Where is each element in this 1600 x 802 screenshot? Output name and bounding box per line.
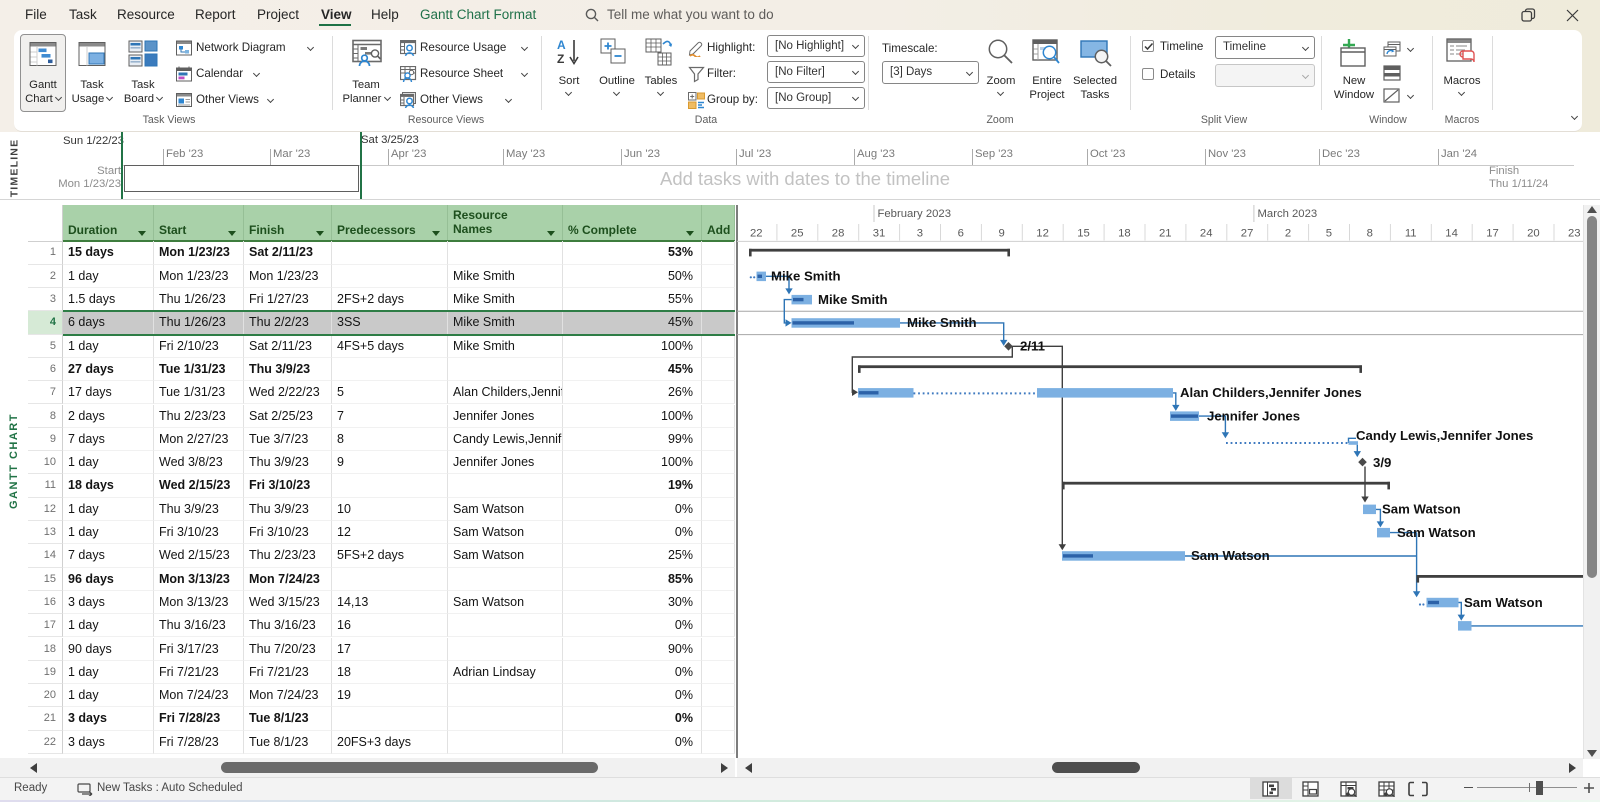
svg-text:28: 28 xyxy=(832,228,845,240)
svg-text:Alan Childers,Jennifer Jones: Alan Childers,Jennifer Jones xyxy=(1180,385,1362,400)
svg-text:Candy Lewis,Jennifer Jones: Candy Lewis,Jennifer Jones xyxy=(1356,428,1533,443)
svg-text:Mike Smith: Mike Smith xyxy=(907,315,977,330)
svg-text:2: 2 xyxy=(1285,228,1291,240)
svg-text:Sam Watson: Sam Watson xyxy=(1191,548,1270,563)
svg-text:22: 22 xyxy=(750,228,763,240)
svg-text:20: 20 xyxy=(1527,228,1540,240)
svg-text:February 2023: February 2023 xyxy=(878,208,951,220)
svg-text:March 2023: March 2023 xyxy=(1258,208,1318,220)
svg-text:6: 6 xyxy=(958,228,964,240)
svg-text:Z: Z xyxy=(557,52,564,66)
svg-text:31: 31 xyxy=(873,228,886,240)
svg-text:Sam Watson: Sam Watson xyxy=(1464,595,1543,610)
svg-text:24: 24 xyxy=(1200,228,1213,240)
svg-text:17: 17 xyxy=(1486,228,1499,240)
svg-text:27: 27 xyxy=(1241,228,1254,240)
svg-text:23: 23 xyxy=(1568,228,1581,240)
svg-text:25: 25 xyxy=(791,228,804,240)
svg-text:8: 8 xyxy=(1367,228,1373,240)
svg-text:18: 18 xyxy=(1118,228,1131,240)
svg-text:Jennifer Jones: Jennifer Jones xyxy=(1207,408,1300,423)
svg-text:9: 9 xyxy=(999,228,1005,240)
svg-text:3: 3 xyxy=(917,228,923,240)
svg-text:2/11: 2/11 xyxy=(1020,339,1045,354)
svg-text:A: A xyxy=(557,38,566,52)
svg-text:21: 21 xyxy=(1159,228,1172,240)
svg-text:Sam Watson: Sam Watson xyxy=(1397,525,1476,540)
svg-text:Mike Smith: Mike Smith xyxy=(818,292,888,307)
svg-text:Mike Smith: Mike Smith xyxy=(771,269,841,284)
svg-text:12: 12 xyxy=(1036,228,1049,240)
svg-text:15: 15 xyxy=(1077,228,1090,240)
svg-text:3/9: 3/9 xyxy=(1373,455,1391,470)
svg-text:Sam Watson: Sam Watson xyxy=(1382,502,1461,517)
svg-text:14: 14 xyxy=(1445,228,1458,240)
svg-text:11: 11 xyxy=(1405,228,1417,240)
svg-text:5: 5 xyxy=(1326,228,1332,240)
